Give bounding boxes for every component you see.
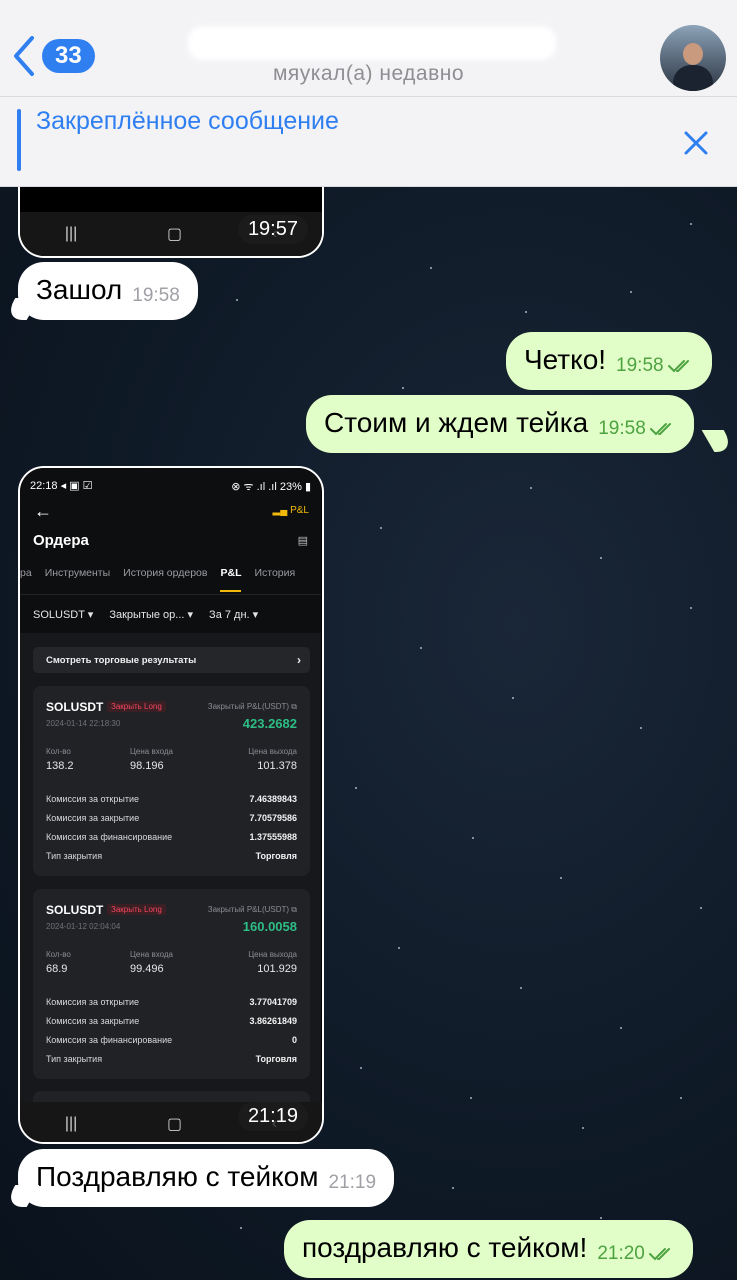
exchange-screenshot: 22:18 ◂ ▣ ☑ ⊗ ᯤ .ıl .ıl 23% ▮ ← ▂▄ P&L О…	[20, 468, 321, 1104]
close-icon[interactable]	[680, 127, 712, 159]
message-meta: 19:58	[598, 418, 676, 453]
contact-status: мяукал(а) недавно	[272, 62, 465, 85]
message-time: 21:19	[237, 1102, 308, 1131]
message-text: Стоим и ждем тейка	[324, 407, 589, 438]
order-card: SOLUSDT Закрыть Long 2024-01-12 02:04:04…	[33, 889, 310, 1079]
message-text: Поздравляю с тейком	[36, 1161, 319, 1192]
message-time: 21:20	[597, 1243, 645, 1264]
chat-header: 33 мяукал(а) недавно	[0, 0, 737, 97]
message-text: Четко!	[524, 344, 607, 375]
message-incoming[interactable]: Зашол 19:58	[18, 262, 198, 320]
pinned-title: Закреплённое сообщение	[36, 107, 339, 135]
message-time: 19:58	[132, 285, 180, 306]
double-check-icon	[667, 360, 689, 373]
double-check-icon	[648, 1248, 670, 1261]
contact-avatar[interactable]	[660, 25, 726, 91]
pinned-indicator	[17, 109, 21, 171]
message-outgoing[interactable]: Четко! 19:58	[506, 332, 712, 390]
message-outgoing[interactable]: Стоим и ждем тейка 19:58	[306, 395, 694, 453]
orders-tabs: ра Инструменты История ордеров P&L Истор…	[20, 567, 296, 592]
order-card: SOLUSDT Закрыть Long 2024-01-14 22:18:30…	[33, 686, 310, 876]
results-button: Смотреть торговые результаты ›	[33, 647, 310, 673]
image-message-2[interactable]: 22:18 ◂ ▣ ☑ ⊗ ᯤ .ıl .ıl 23% ▮ ← ▂▄ P&L О…	[18, 466, 324, 1144]
contact-name-blurred[interactable]	[188, 26, 556, 60]
double-check-icon	[649, 423, 671, 436]
message-text: поздравляю с тейком!	[302, 1232, 588, 1263]
arrow-left-icon: ←	[34, 501, 52, 521]
message-meta: 21:20	[597, 1243, 675, 1278]
phone-status-time: 22:18 ◂ ▣ ☑	[30, 480, 93, 492]
message-text: Зашол	[36, 274, 123, 305]
message-time: 19:58	[598, 418, 646, 439]
message-time: 19:57	[237, 215, 308, 244]
message-time: 19:58	[616, 355, 664, 376]
message-incoming[interactable]: Поздравляю с тейком 21:19	[18, 1149, 395, 1207]
pnl-link: ▂▄ P&L	[272, 505, 309, 516]
calendar-icon: ▤	[297, 535, 308, 547]
phone-status-right: ⊗ ᯤ .ıl .ıl 23% ▮	[231, 481, 311, 493]
message-meta: 19:58	[616, 355, 694, 390]
filters-row: SOLUSDT ▾ Закрытые ор... ▾ За 7 дн. ▾	[33, 609, 259, 621]
message-time: 21:19	[328, 1172, 377, 1193]
orders-title: Ордера	[33, 532, 89, 549]
pinned-message-bar[interactable]: Закреплённое сообщение	[0, 97, 737, 187]
message-outgoing[interactable]: поздравляю с тейком! 21:20	[284, 1220, 693, 1278]
